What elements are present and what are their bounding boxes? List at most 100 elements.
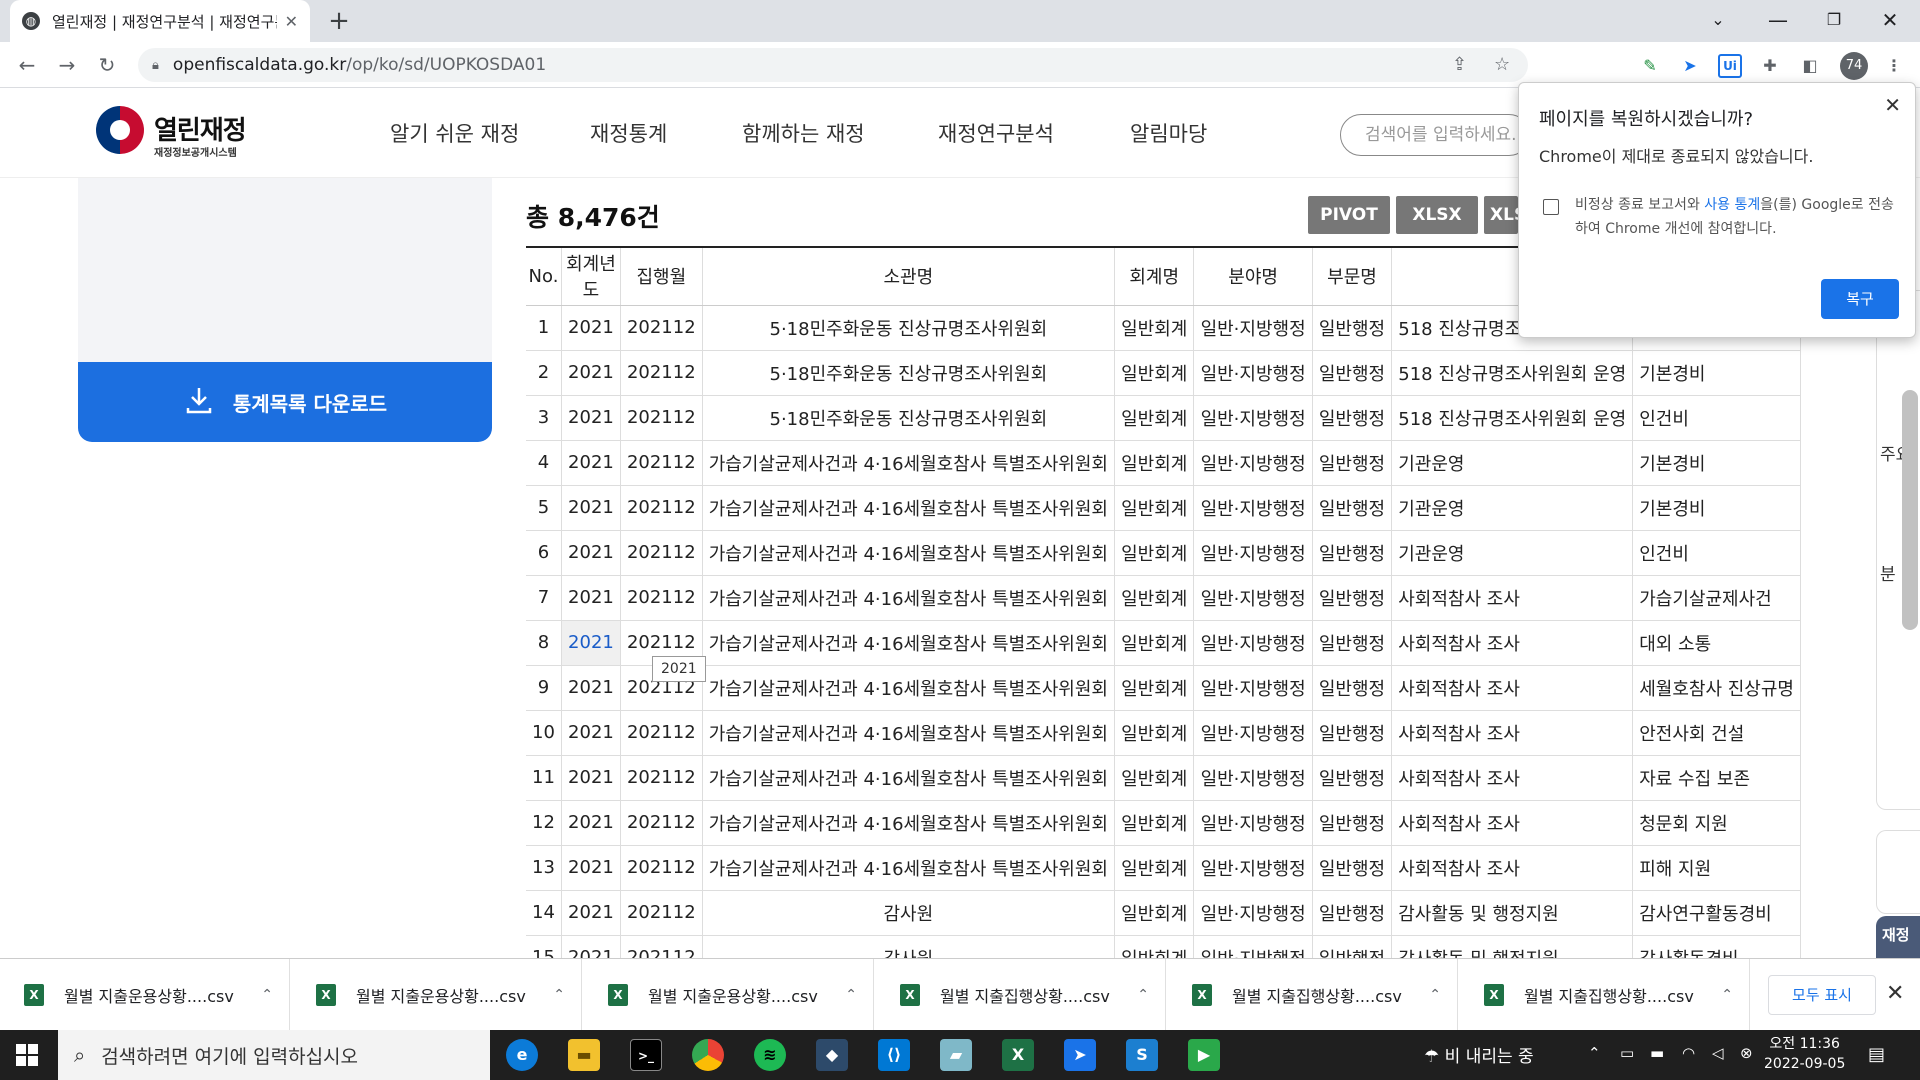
chevron-up-icon[interactable]: ⌃ (1137, 987, 1149, 1003)
column-header[interactable]: 집행월 (620, 248, 703, 306)
crash-report-checkbox[interactable] (1543, 199, 1559, 215)
quick-menu-label-2[interactable]: 분 (1880, 560, 1896, 585)
excel-icon[interactable]: X (1002, 1039, 1034, 1071)
show-all-downloads-button[interactable]: 모두 표시 (1768, 975, 1876, 1015)
more-menu-icon[interactable]: ⋮ (1882, 54, 1906, 78)
taskbar-search-box[interactable]: ⌕ 검색하려면 여기에 입력하십시오 (58, 1030, 490, 1080)
windows-start-icon[interactable] (16, 1044, 38, 1066)
logo-title[interactable]: 열린재정 (154, 110, 247, 147)
extension-arrow-icon[interactable]: ➤ (1678, 54, 1702, 78)
download-item[interactable]: X 월별 지출집행상황....csv ⌃ (876, 959, 1166, 1031)
column-header[interactable]: 회계명 (1114, 248, 1195, 306)
reload-icon[interactable]: ↻ (92, 50, 122, 80)
xls-button[interactable]: XLS (1484, 196, 1518, 234)
media-app-icon[interactable]: ▶ (1188, 1039, 1220, 1071)
s-app-icon[interactable]: S (1126, 1039, 1158, 1071)
chevron-up-icon[interactable]: ⌃ (1721, 987, 1733, 1003)
quick-menu-bottom[interactable]: 재정 (1876, 916, 1920, 958)
notification-icon[interactable]: ▤ (1868, 1044, 1885, 1065)
forward-icon[interactable]: → (52, 50, 82, 80)
table-row[interactable]: 11 2021 202112 가습기살균제사건과 4·16세월호참사 특별조사위원회 일… (526, 755, 1801, 801)
spotify-icon[interactable]: ≋ (754, 1039, 786, 1071)
page-scrollbar-thumb[interactable] (1902, 390, 1918, 630)
table-row[interactable]: 10 2021 202112 가습기살균제사건과 4·16세월호참사 특별조사위원회 일… (526, 710, 1801, 756)
extension-pen-icon[interactable]: ✎ (1638, 54, 1662, 78)
table-row[interactable]: 12 2021 202112 가습기살균제사건과 4·16세월호참사 특별조사위원회 일… (526, 800, 1801, 846)
back-icon[interactable]: ← (12, 50, 42, 80)
chevron-up-icon[interactable]: ⌃ (1588, 1044, 1601, 1062)
restore-icon[interactable]: ❐ (1806, 0, 1862, 42)
column-header[interactable]: 부문명 (1312, 248, 1393, 306)
nav-together-finance[interactable]: 함께하는 재정 (742, 118, 865, 148)
chevron-up-icon[interactable]: ⌃ (1429, 987, 1441, 1003)
extension-ui-icon[interactable]: Ui (1718, 54, 1742, 78)
device-icon[interactable]: ▭ (1620, 1044, 1634, 1062)
table-cell: 기본경비 (1632, 485, 1801, 531)
nav-fiscal-statistics[interactable]: 재정통계 (590, 118, 667, 148)
tab-search-icon[interactable]: ⌄ (1690, 0, 1746, 42)
usage-stats-link[interactable]: 사용 통계 (1704, 197, 1760, 213)
nav-fiscal-research[interactable]: 재정연구분석 (938, 118, 1054, 148)
notes-app-icon[interactable]: ▰ (940, 1039, 972, 1071)
taskbar-clock[interactable]: 오전 11:36 2022-09-05 (1764, 1034, 1845, 1074)
column-header[interactable]: No. (526, 248, 562, 306)
table-row[interactable]: 6 2021 202112 가습기살균제사건과 4·16세월호참사 특별조사위원회 일반… (526, 530, 1801, 576)
close-icon[interactable]: ✕ (1884, 93, 1901, 117)
close-icon[interactable]: ✕ (1886, 981, 1904, 1006)
table-row[interactable]: 3 2021 202112 5·18민주화운동 진상규명조사위원회 일반회계 일반·지방행… (526, 395, 1801, 441)
download-item[interactable]: X 월별 지출운용상황....csv ⌃ (0, 959, 290, 1031)
xlsx-button[interactable]: XLSX (1396, 196, 1478, 234)
table-row[interactable]: 5 2021 202112 가습기살균제사건과 4·16세월호참사 특별조사위원회 일반… (526, 485, 1801, 531)
file-explorer-icon[interactable]: ▬ (568, 1039, 600, 1071)
chevron-up-icon[interactable]: ⌃ (553, 987, 565, 1003)
table-row[interactable]: 9 2021 202112 가습기살균제사건과 4·16세월호참사 특별조사위원회 일반… (526, 665, 1801, 711)
tab-active[interactable]: ◍ 열린재정 | 재정연구분석 | 재정연구분석 ✕ (10, 0, 310, 42)
new-tab-button[interactable]: + (324, 6, 354, 36)
address-bar[interactable]: 🔒︎ openfiscaldata.go.kr/op/ko/sd/UOPKOSD… (138, 48, 1528, 82)
stats-list-download-button[interactable]: 통계목록 다운로드 (78, 362, 492, 442)
chevron-up-icon[interactable]: ⌃ (845, 987, 857, 1003)
puzzle-icon[interactable]: ✚ (1758, 54, 1782, 78)
table-row[interactable]: 152021202112감사원일반회계일반·지방행정일반행정감사활동 및 행정지… (526, 935, 1801, 958)
table-row[interactable]: 4 2021 202112 가습기살균제사건과 4·16세월호참사 특별조사위원회 일반… (526, 440, 1801, 486)
table-row[interactable]: 14 2021 202112 감사원 일반회계 일반·지방행정 일반행정 감사활동 및 행정지… (526, 890, 1801, 936)
table-row[interactable]: 7 2021 202112 가습기살균제사건과 4·16세월호참사 특별조사위원회 일반… (526, 575, 1801, 621)
restore-button[interactable]: 복구 (1821, 279, 1899, 319)
table-row[interactable]: 8 2021 202112 가습기살균제사건과 4·16세월호참사 특별조사위원회 일반… (526, 620, 1801, 666)
download-item[interactable]: X 월별 지출집행상황....csv ⌃ (1460, 959, 1750, 1031)
nav-notices[interactable]: 알림마당 (1130, 118, 1207, 148)
share-icon[interactable]: ⇪ (1452, 48, 1467, 82)
pivot-button[interactable]: PIVOT (1308, 196, 1390, 234)
mute-icon[interactable]: ⊗ (1740, 1044, 1753, 1062)
close-icon[interactable]: ✕ (285, 12, 298, 31)
lock-icon[interactable]: 🔒︎ (152, 58, 159, 73)
power-automate-icon[interactable]: ➤ (1064, 1039, 1096, 1071)
app-icon[interactable]: ◆ (816, 1039, 848, 1071)
vscode-icon[interactable]: ⟨⟩ (878, 1039, 910, 1071)
download-item[interactable]: X 월별 지출운용상황....csv ⌃ (292, 959, 582, 1031)
taegeuk-logo-icon[interactable] (96, 106, 144, 154)
column-header[interactable]: 회계년도 (561, 248, 621, 306)
side-panel-icon[interactable]: ◧ (1798, 54, 1822, 78)
bookmark-star-icon[interactable]: ☆ (1494, 48, 1510, 82)
terminal-icon[interactable]: >_ (630, 1039, 662, 1071)
chrome-icon[interactable] (692, 1039, 724, 1071)
volume-icon[interactable]: ◁ (1712, 1044, 1724, 1062)
minimize-icon[interactable]: — (1750, 0, 1806, 42)
column-header[interactable]: 분야명 (1193, 248, 1313, 306)
wifi-icon[interactable]: ◠ (1682, 1044, 1695, 1062)
chevron-up-icon[interactable]: ⌃ (261, 987, 273, 1003)
table-row[interactable]: 13 2021 202112 가습기살균제사건과 4·16세월호참사 특별조사위원회 일… (526, 845, 1801, 891)
edge-icon[interactable]: e (506, 1039, 538, 1071)
table-row[interactable]: 2 2021 202112 5·18민주화운동 진상규명조사위원회 일반회계 일반·지방행… (526, 350, 1801, 396)
column-header[interactable]: 소관명 (702, 248, 1115, 306)
profile-avatar[interactable]: 74 (1840, 52, 1868, 80)
site-search-input[interactable]: 검색어를 입력하세요. (1340, 114, 1530, 156)
filter-panel (78, 178, 492, 362)
download-item[interactable]: X 월별 지출집행상황....csv ⌃ (1168, 959, 1458, 1031)
download-item[interactable]: X 월별 지출운용상황....csv ⌃ (584, 959, 874, 1031)
nav-easy-finance[interactable]: 알기 쉬운 재정 (390, 118, 519, 148)
battery-icon[interactable]: ▬ (1650, 1044, 1664, 1062)
weather-widget[interactable]: ☂ 비 내리는 중 (1424, 1042, 1534, 1067)
window-close-icon[interactable]: ✕ (1862, 0, 1918, 42)
